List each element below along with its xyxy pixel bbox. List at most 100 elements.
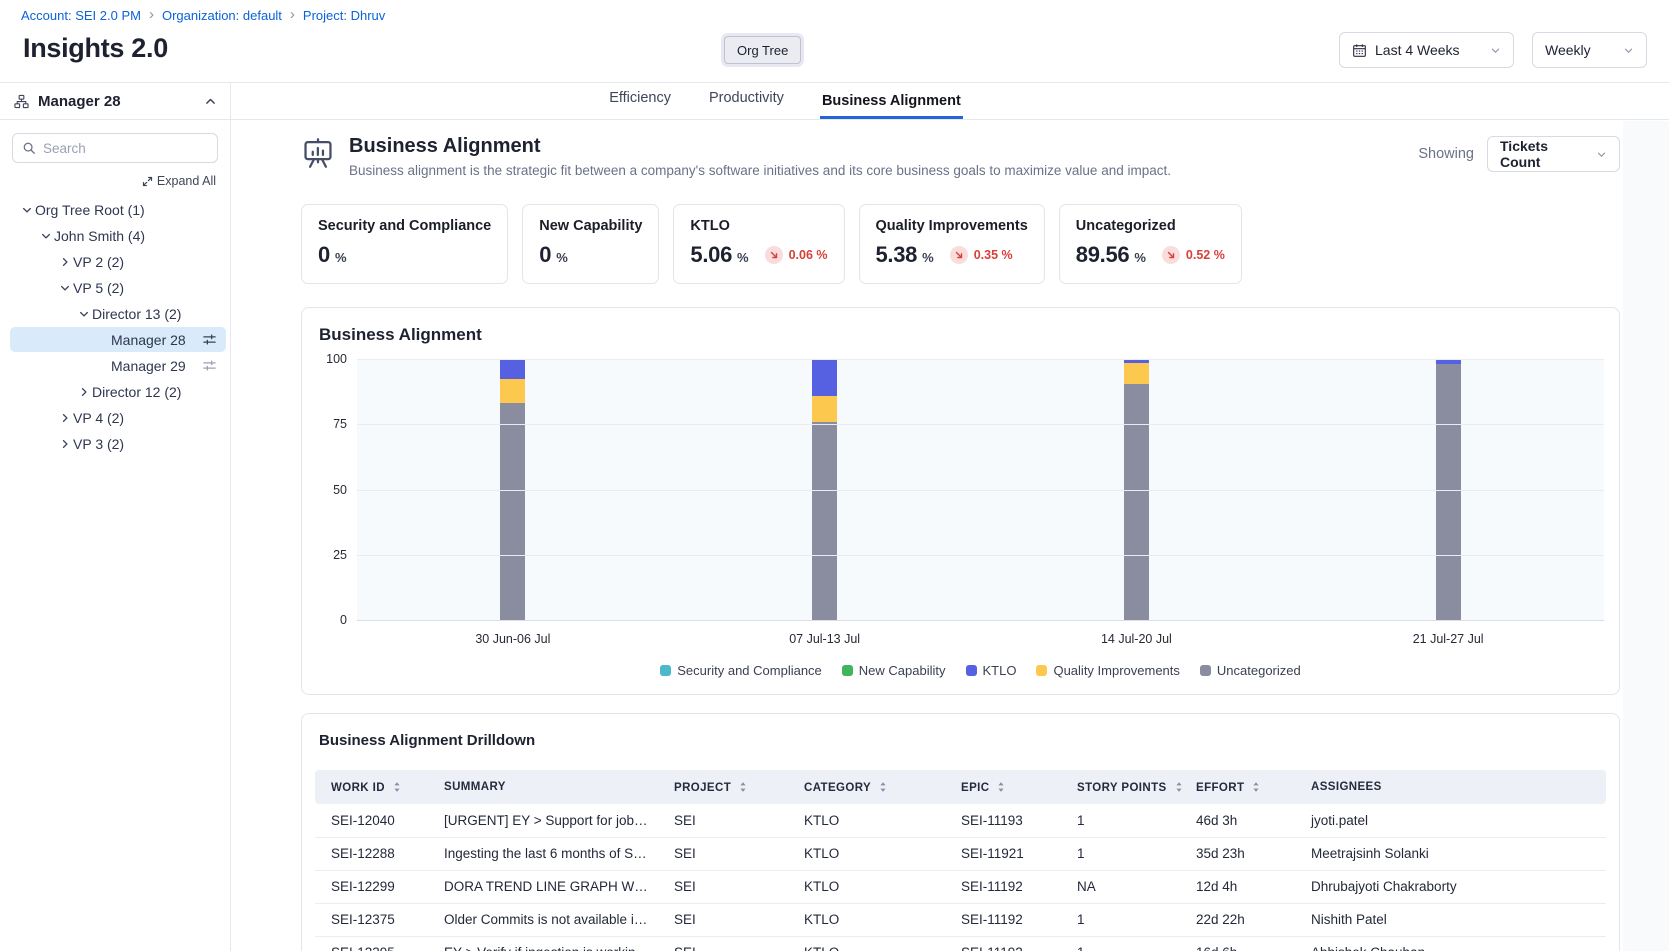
tree-item-label: Director 12 (2) — [92, 384, 181, 400]
y-tick-label: 100 — [326, 352, 347, 366]
trend-down-icon — [950, 246, 968, 264]
tab-efficiency[interactable]: Efficiency — [607, 90, 673, 119]
legend-label: New Capability — [859, 663, 946, 678]
filter-sliders-icon[interactable] — [202, 332, 217, 347]
kpi-value: 89.56 — [1076, 242, 1130, 268]
kpi-label: KTLO — [690, 218, 827, 234]
expand-all-button[interactable]: Expand All — [142, 174, 216, 188]
column-header-work-id[interactable]: WORK ID — [315, 770, 432, 804]
table-cell: SEI — [662, 804, 792, 837]
tree-item-manager-28[interactable]: Manager 28 — [10, 327, 226, 352]
chevron-down-icon — [1596, 149, 1607, 160]
x-axis: 30 Jun-06 Jul07 Jul-13 Jul14 Jul-20 Jul2… — [357, 632, 1604, 646]
legend-item-new-capability[interactable]: New Capability — [842, 663, 946, 678]
table-row-sei-12395[interactable]: SEI-12395EY > Verify if ingestion is wor… — [315, 936, 1606, 951]
tree-item-manager-29[interactable]: Manager 29 — [10, 353, 226, 378]
legend-label: KTLO — [983, 663, 1017, 678]
kpi-unit: % — [1134, 250, 1146, 265]
table-cell: SEI-11921 — [949, 837, 1065, 870]
kpi-card-new-capability: New Capability0% — [522, 204, 659, 284]
filter-sliders-icon[interactable] — [202, 358, 217, 373]
tree-item-director-12-2[interactable]: Director 12 (2) — [10, 379, 226, 404]
bar-segment-ktlo — [812, 359, 837, 396]
table-row-sei-12299[interactable]: SEI-12299DORA TREND LINE GRAPH Widgets i… — [315, 870, 1606, 903]
column-header-epic[interactable]: EPIC — [949, 770, 1065, 804]
table-cell: SEI-12040 — [315, 804, 432, 837]
column-header-story-points[interactable]: STORY POINTS — [1065, 770, 1184, 804]
chevron-down-icon[interactable] — [56, 282, 73, 294]
table-cell: SEI — [662, 870, 792, 903]
y-tick-label: 75 — [333, 417, 347, 431]
legend-swatch — [842, 665, 853, 676]
tree-item-label: VP 4 (2) — [73, 410, 124, 426]
chevron-down-icon[interactable] — [18, 204, 35, 216]
sidebar-search — [12, 133, 218, 163]
legend-item-ktlo[interactable]: KTLO — [966, 663, 1017, 678]
chevron-right-icon[interactable] — [56, 438, 73, 450]
main-panel: Efficiency Productivity Business Alignment… — [231, 83, 1669, 951]
chevron-right-icon[interactable] — [56, 256, 73, 268]
tree-item-director-13-2[interactable]: Director 13 (2) — [10, 301, 226, 326]
table-cell: Meetrajsinh Solanki — [1299, 837, 1606, 870]
main-scrollbar-gutter[interactable] — [1623, 121, 1669, 951]
legend-item-security-and-compliance[interactable]: Security and Compliance — [660, 663, 822, 678]
table-header-row: WORK IDSUMMARYPROJECTCATEGORYEPICSTORY P… — [315, 770, 1606, 804]
y-tick-label: 0 — [340, 613, 347, 627]
tree-item-label: John Smith (4) — [54, 228, 145, 244]
tab-business-alignment[interactable]: Business Alignment — [820, 93, 963, 119]
tree-item-vp-2-2[interactable]: VP 2 (2) — [10, 249, 226, 274]
column-header-effort[interactable]: EFFORT — [1184, 770, 1299, 804]
tree-item-john-smith-4[interactable]: John Smith (4) — [10, 223, 226, 248]
search-input[interactable] — [43, 141, 208, 156]
kpi-unit: % — [737, 250, 749, 265]
kpi-unit: % — [335, 250, 347, 265]
breadcrumb-link-project-dhruv[interactable]: Project: Dhruv — [303, 8, 385, 23]
section-header: Business Alignment Business alignment is… — [301, 135, 1620, 178]
section-description: Business alignment is the strategic fit … — [349, 163, 1171, 178]
tree-item-label: VP 5 (2) — [73, 280, 124, 296]
main-content: Business Alignment Business alignment is… — [231, 120, 1669, 951]
date-range-select[interactable]: Last 4 Weeks — [1339, 32, 1514, 68]
org-tree-button[interactable]: Org Tree — [724, 36, 801, 64]
tree-item-org-tree-root-1[interactable]: Org Tree Root (1) — [10, 197, 226, 222]
org-chart-icon — [13, 94, 30, 109]
granularity-select[interactable]: Weekly — [1532, 32, 1647, 68]
column-header-category[interactable]: CATEGORY — [792, 770, 949, 804]
table-body: SEI-12040[URGENT] EY > Support for job r… — [315, 804, 1606, 951]
legend-item-uncategorized[interactable]: Uncategorized — [1200, 663, 1301, 678]
kpi-trend-badge: 0.52 % — [1162, 246, 1225, 264]
legend-item-quality-improvements[interactable]: Quality Improvements — [1036, 663, 1179, 678]
tree-item-vp-4-2[interactable]: VP 4 (2) — [10, 405, 226, 430]
kpi-label: Security and Compliance — [318, 218, 491, 234]
bar-segment-uncategorized — [1124, 384, 1149, 620]
table-row-sei-12040[interactable]: SEI-12040[URGENT] EY > Support for job r… — [315, 804, 1606, 837]
x-tick-label: 14 Jul-20 Jul — [981, 632, 1293, 646]
chevron-right-icon[interactable] — [56, 412, 73, 424]
table-cell: 12d 4h — [1184, 870, 1299, 903]
tree-item-vp-5-2[interactable]: VP 5 (2) — [10, 275, 226, 300]
breadcrumb-link-organization-default[interactable]: Organization: default — [162, 8, 282, 23]
table-row-sei-12375[interactable]: SEI-12375Older Commits is not available … — [315, 903, 1606, 936]
chevron-down-icon[interactable] — [37, 230, 54, 242]
tab-productivity[interactable]: Productivity — [707, 90, 786, 119]
chevron-down-icon[interactable] — [75, 308, 92, 320]
gridline — [357, 359, 1604, 360]
table-cell: SEI — [662, 903, 792, 936]
kpi-unit: % — [922, 250, 934, 265]
table-cell: KTLO — [792, 837, 949, 870]
table-cell: SEI-11192 — [949, 903, 1065, 936]
table-row-sei-12288[interactable]: SEI-12288Ingesting the last 6 months of … — [315, 837, 1606, 870]
tree-item-vp-3-2[interactable]: VP 3 (2) — [10, 431, 226, 456]
table-cell: jyoti.patel — [1299, 804, 1606, 837]
chevron-up-icon[interactable] — [204, 95, 217, 108]
gridline — [357, 490, 1604, 491]
table-cell: 1 — [1065, 804, 1184, 837]
column-header-project[interactable]: PROJECT — [662, 770, 792, 804]
showing-select[interactable]: Tickets Count — [1487, 136, 1620, 172]
table-cell: DORA TREND LINE GRAPH Widgets is n... — [432, 870, 662, 903]
chevron-right-icon[interactable] — [75, 386, 92, 398]
breadcrumb-link-account-sei-2-0-pm[interactable]: Account: SEI 2.0 PM — [21, 8, 141, 23]
table-cell: Older Commits is not available in SEI - … — [432, 903, 662, 936]
table-cell: SEI-12288 — [315, 837, 432, 870]
table-cell: 46d 3h — [1184, 804, 1299, 837]
